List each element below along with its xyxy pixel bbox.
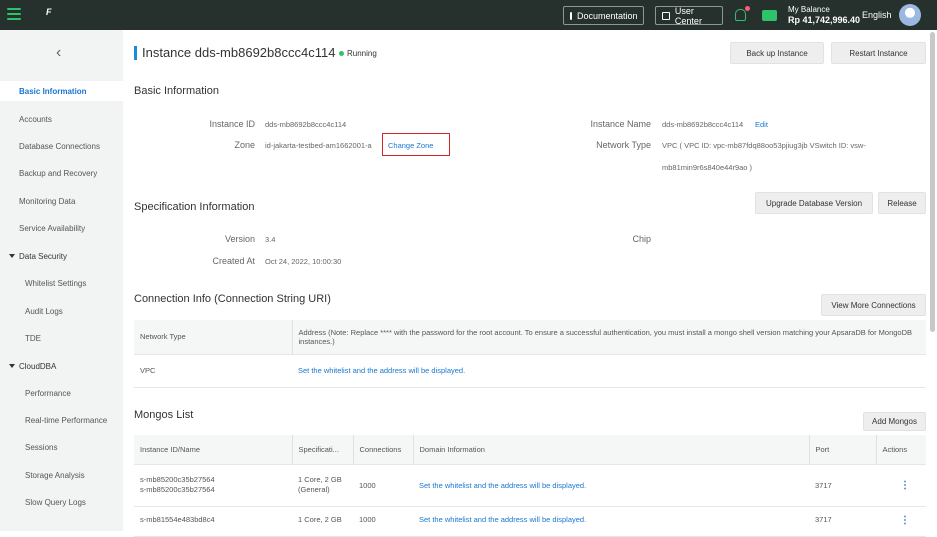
- sidebar-item-performance[interactable]: Performance: [0, 383, 123, 403]
- mongos-table: Instance ID/Name Specificati... Connecti…: [134, 435, 926, 537]
- sidebar-item-service-availability[interactable]: Service Availability: [0, 218, 123, 238]
- edit-name-link[interactable]: Edit: [755, 120, 768, 129]
- column-connections: Connections: [353, 435, 414, 465]
- release-button[interactable]: Release: [878, 192, 926, 214]
- column-port: Port: [809, 435, 877, 465]
- wallet-icon[interactable]: [762, 10, 777, 21]
- logo[interactable]: F: [46, 7, 64, 23]
- table-header-row: Network Type Address (Note: Replace ****…: [134, 320, 926, 355]
- network-type-label: Network Type: [596, 140, 651, 150]
- column-domain-information: Domain Information: [413, 435, 810, 465]
- column-specification: Specificati...: [292, 435, 354, 465]
- zone-value: id-jakarta-testbed-am1662001-a: [265, 141, 372, 150]
- sidebar-item-monitoring-data[interactable]: Monitoring Data: [0, 191, 123, 211]
- cell-port: 3717: [809, 506, 876, 537]
- title-accent: [134, 46, 137, 60]
- instance-id-label: Instance ID: [209, 119, 255, 129]
- mongos-list-heading: Mongos List: [134, 409, 194, 421]
- add-mongos-button[interactable]: Add Mongos: [863, 412, 926, 431]
- status-dot-icon: [339, 51, 344, 56]
- domain-info-link[interactable]: Set the whitelist and the address will b…: [413, 464, 809, 507]
- main-content: Instance dds-mb8692b8ccc4c114 Running Ba…: [123, 30, 937, 537]
- notification-dot: [745, 6, 750, 11]
- cell-instance-id: s-mb85200c35b27564 s-mb85200c35b27564: [134, 464, 292, 507]
- sidebar-item-slow-query-logs[interactable]: Slow Query Logs: [0, 492, 123, 512]
- sidebar-group-data-security[interactable]: Data Security: [0, 246, 123, 266]
- created-at-value: Oct 24, 2022, 10:00:30: [265, 257, 342, 266]
- change-zone-link[interactable]: Change Zone: [388, 141, 433, 150]
- page-title: Instance dds-mb8692b8ccc4c114: [142, 45, 336, 60]
- table-row: s-mb85200c35b27564 s-mb85200c35b27564 1 C…: [134, 464, 926, 507]
- version-label: Version: [224, 234, 255, 244]
- cell-port: 3717: [809, 464, 876, 507]
- address-link[interactable]: Set the whitelist and the address will b…: [292, 354, 926, 388]
- balance[interactable]: My Balance Rp 41,742,996.40: [788, 4, 860, 26]
- spec-info-heading: Specification Information: [134, 201, 255, 213]
- documentation-button[interactable]: Documentation: [563, 6, 644, 25]
- sidebar-item-realtime-performance[interactable]: Real-time Performance: [0, 410, 123, 430]
- domain-info-link[interactable]: Set the whitelist and the address will b…: [413, 506, 809, 537]
- column-instance-id: Instance ID/Name: [134, 435, 293, 465]
- cell-network-type: VPC: [134, 354, 292, 388]
- monitor-icon: [662, 11, 670, 20]
- sidebar: ‹ Basic Information Accounts Database Co…: [0, 30, 123, 531]
- view-more-connections-button[interactable]: View More Connections: [821, 294, 926, 316]
- user-center-button[interactable]: User Center: [655, 6, 723, 26]
- connection-table: Network Type Address (Note: Replace ****…: [134, 320, 926, 388]
- sidebar-item-database-connections[interactable]: Database Connections: [0, 136, 123, 156]
- language-selector[interactable]: English: [862, 10, 892, 20]
- sidebar-item-sessions[interactable]: Sessions: [0, 437, 123, 457]
- cell-specification: 1 Core, 2 GB (General): [292, 464, 353, 507]
- table-row: VPC Set the whitelist and the address wi…: [134, 354, 926, 388]
- chip-label: Chip: [632, 234, 651, 244]
- more-actions-icon[interactable]: ⋮: [900, 515, 910, 526]
- sidebar-item-basic-information[interactable]: Basic Information: [0, 81, 123, 101]
- document-icon: [570, 11, 572, 20]
- created-at-label: Created At: [212, 256, 255, 266]
- instance-name-label: Instance Name: [590, 119, 651, 129]
- sidebar-group-clouddba[interactable]: CloudDBA: [0, 356, 123, 376]
- avatar[interactable]: [899, 4, 921, 26]
- version-value: 3.4: [265, 235, 276, 244]
- cell-instance-id: s-mb81554e483bd8c4: [134, 506, 292, 537]
- column-address: Address (Note: Replace **** with the pas…: [292, 320, 926, 355]
- more-actions-icon[interactable]: ⋮: [900, 480, 910, 491]
- cell-actions: ⋮: [876, 464, 926, 507]
- table-header-row: Instance ID/Name Specificati... Connecti…: [134, 435, 926, 465]
- connection-info-heading: Connection Info (Connection String URI): [134, 293, 331, 305]
- sidebar-item-accounts[interactable]: Accounts: [0, 109, 123, 129]
- upgrade-version-button[interactable]: Upgrade Database Version: [755, 192, 873, 214]
- scrollbar[interactable]: [930, 32, 935, 332]
- instance-name-value: dds-mb8692b8ccc4c114: [662, 120, 744, 129]
- sidebar-item-storage-analysis[interactable]: Storage Analysis: [0, 465, 123, 485]
- sidebar-item-whitelist-settings[interactable]: Whitelist Settings: [0, 273, 123, 293]
- instance-id-value: dds-mb8692b8ccc4c114: [265, 120, 347, 129]
- bell-icon[interactable]: [735, 9, 746, 21]
- menu-icon[interactable]: [7, 8, 21, 20]
- cell-specification: 1 Core, 2 GB: [292, 506, 353, 537]
- top-bar: F Documentation User Center My Balance Rp…: [0, 0, 937, 30]
- back-icon[interactable]: ‹: [56, 44, 61, 62]
- status-badge: Running: [339, 49, 377, 58]
- column-network-type: Network Type: [134, 320, 293, 355]
- column-actions: Actions: [876, 435, 926, 465]
- restart-instance-button[interactable]: Restart Instance: [831, 42, 926, 64]
- zone-label: Zone: [234, 140, 255, 150]
- cell-connections: 1000: [353, 506, 413, 537]
- sidebar-item-backup-recovery[interactable]: Backup and Recovery: [0, 163, 123, 183]
- network-type-value-line1: VPC ( VPC ID: vpc-mb87fdq88oo53pjiug3jb …: [662, 141, 866, 150]
- backup-instance-button[interactable]: Back up Instance: [730, 42, 824, 64]
- sidebar-item-tde[interactable]: TDE: [0, 328, 123, 348]
- cell-actions: ⋮: [876, 506, 926, 537]
- network-type-value-line2: mb81min9r6s840e44r9ao ): [662, 163, 753, 172]
- basic-info-heading: Basic Information: [134, 85, 219, 97]
- sidebar-item-audit-logs[interactable]: Audit Logs: [0, 301, 123, 321]
- cell-connections: 1000: [353, 464, 413, 507]
- table-row: s-mb81554e483bd8c4 1 Core, 2 GB 1000 Set…: [134, 506, 926, 537]
